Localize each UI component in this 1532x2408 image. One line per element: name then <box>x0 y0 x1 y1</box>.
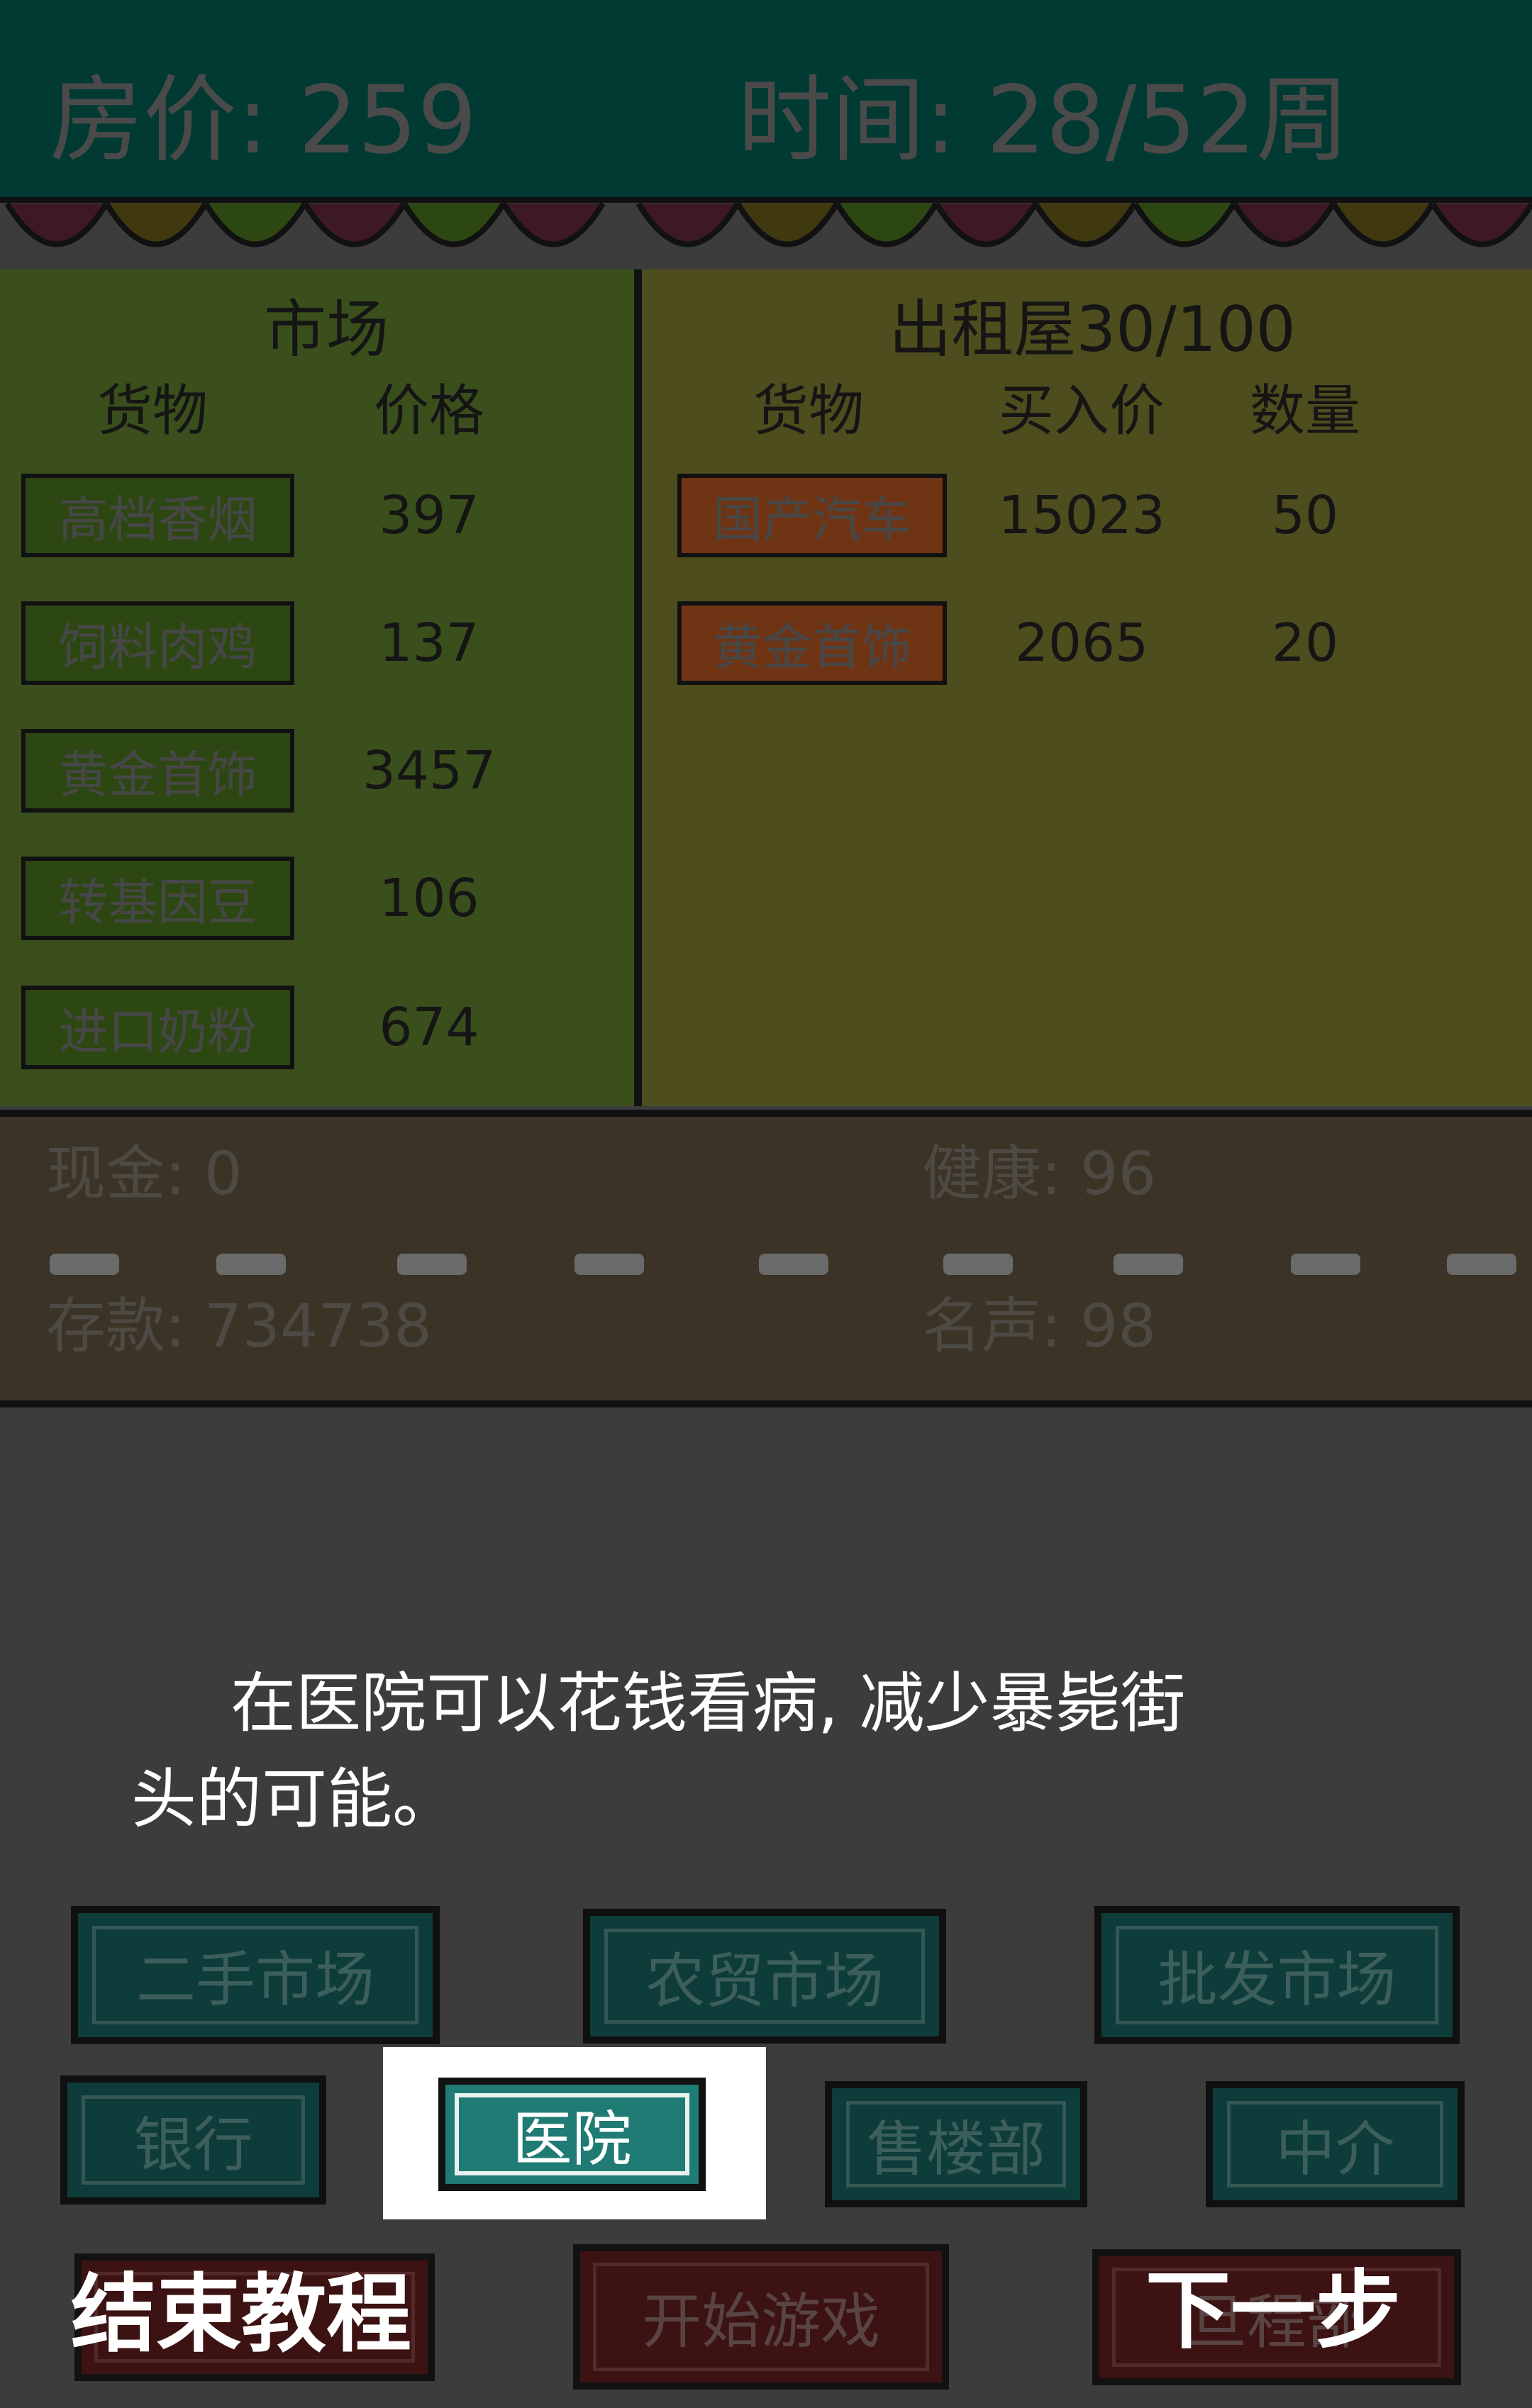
rental-col-quantity: 数量 <box>1249 379 1360 443</box>
wholesale-market-label: 批发市场 <box>1116 1926 1438 2024</box>
top-status-bar: 房价: 259 时间: 28/52周 <box>0 0 1532 199</box>
divider-dash <box>216 1254 286 1275</box>
divider-dash <box>1291 1254 1360 1275</box>
market-item-button[interactable]: 高档香烟 <box>21 474 294 557</box>
savings-label: 存款: 734738 <box>46 1291 432 1361</box>
divider-dash <box>1114 1254 1183 1275</box>
farmers-market-button[interactable]: 农贸市场 <box>583 1909 946 2044</box>
rental-col-buy-price: 买入价 <box>998 379 1165 443</box>
divider-dash <box>397 1254 467 1275</box>
market-item-button[interactable]: 黄金首饰 <box>21 729 294 813</box>
agency-button[interactable]: 中介 <box>1206 2081 1465 2207</box>
week-time-label: 时间: 28/52周 <box>738 66 1350 175</box>
market-item-button[interactable]: 进口奶粉 <box>21 986 294 1069</box>
start-game-button[interactable]: 开始游戏 <box>573 2244 949 2390</box>
farmers-market-label: 农贸市场 <box>604 1929 925 2024</box>
market-item-price: 3457 <box>362 740 496 801</box>
sales-office-label: 售楼部 <box>846 2101 1066 2187</box>
divider-dash <box>759 1254 828 1275</box>
rental-item-quantity: 50 <box>1271 485 1339 546</box>
market-item-price: 397 <box>379 485 479 546</box>
second-hand-market-button[interactable]: 二手市场 <box>71 1906 440 2044</box>
rental-col-goods: 货物 <box>753 379 864 443</box>
market-item-price: 137 <box>379 613 479 674</box>
tutorial-tip-line-1: 在医院可以花钱看病, 减少暴毙街 <box>231 1666 1186 1741</box>
market-item-button[interactable]: 转基因豆 <box>21 857 294 940</box>
tutorial-tip-line-2: 头的可能。 <box>131 1761 458 1837</box>
rental-item-buy-price: 2065 <box>1014 613 1149 674</box>
next-step-label[interactable]: 下一步 <box>1145 2258 1401 2365</box>
wholesale-market-button[interactable]: 批发市场 <box>1094 1906 1460 2044</box>
rental-title: 出租屋30/100 <box>889 293 1296 366</box>
cash-label: 现金: 0 <box>46 1139 243 1208</box>
hospital-button[interactable]: 医院 <box>438 2078 706 2191</box>
market-item-price: 674 <box>379 997 479 1058</box>
sales-office-button[interactable]: 售楼部 <box>825 2081 1087 2207</box>
divider-dash <box>50 1254 119 1275</box>
divider-dash <box>1447 1254 1516 1275</box>
market-col-price: 价格 <box>373 379 484 443</box>
end-tutorial-label[interactable]: 结束教程 <box>71 2262 411 2368</box>
rental-item-buy-price: 15023 <box>998 485 1165 546</box>
bank-button[interactable]: 银行 <box>60 2075 326 2204</box>
start-game-label: 开始游戏 <box>593 2263 929 2371</box>
market-title: 市场 <box>263 293 389 366</box>
rental-item-quantity: 20 <box>1271 613 1339 674</box>
agency-label: 中介 <box>1227 2101 1443 2187</box>
health-label: 健康: 96 <box>922 1139 1156 1208</box>
house-price-label: 房价: 259 <box>50 66 477 175</box>
divider-dash <box>574 1254 644 1275</box>
market-col-goods: 货物 <box>96 379 208 443</box>
hospital-label: 医院 <box>455 2093 689 2175</box>
second-hand-market-label: 二手市场 <box>92 1926 418 2024</box>
market-item-button[interactable]: 饲料肉鸡 <box>21 601 294 685</box>
divider-dash <box>943 1254 1013 1275</box>
rental-item-button[interactable]: 黄金首饰 <box>677 601 947 685</box>
fame-label: 名声: 98 <box>922 1291 1156 1361</box>
bank-label: 银行 <box>82 2095 305 2185</box>
market-item-price: 106 <box>379 868 479 929</box>
rental-item-button[interactable]: 国产汽车 <box>677 474 947 557</box>
